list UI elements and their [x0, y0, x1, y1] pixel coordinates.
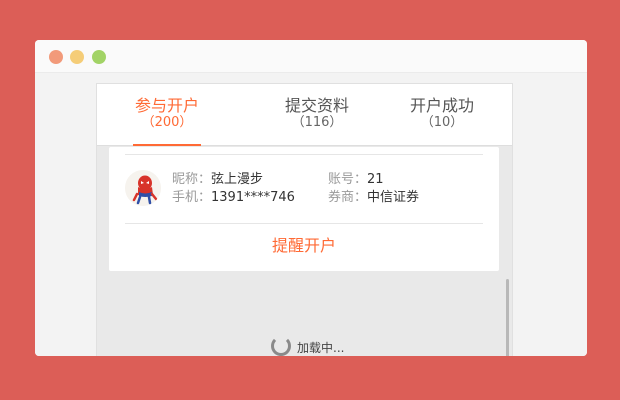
broker-value: 中信证券	[367, 190, 420, 205]
tab-bar: 参与开户 （200） 提交资料 （116） 开户成功 （10）	[97, 84, 512, 146]
divider	[125, 223, 483, 224]
phone-value: 1391****746	[211, 190, 295, 205]
avatar	[125, 170, 161, 206]
account-label: 账号：	[328, 172, 368, 187]
scrollbar[interactable]	[506, 279, 509, 356]
loading-text: 加载中...	[297, 341, 345, 355]
tab-label: 参与开户	[134, 96, 199, 115]
tab-submitted[interactable]: 提交资料 （116）	[267, 84, 367, 145]
account-field: 账号：21	[328, 172, 384, 188]
account-value: 21	[367, 172, 384, 187]
tab-label: 开户成功	[409, 96, 474, 115]
divider	[125, 154, 483, 155]
maximize-window-dot[interactable]	[92, 50, 106, 64]
tab-label: 提交资料	[284, 96, 349, 115]
phone-field: 手机：1391****746	[172, 190, 295, 206]
phone-label: 手机：	[172, 190, 212, 205]
tab-count: （116）	[291, 115, 343, 130]
close-window-dot[interactable]	[49, 50, 63, 64]
spinner-icon	[271, 336, 291, 356]
browser-window: 参与开户 （200） 提交资料 （116） 开户成功 （10） 昵称：弦上漫步 …	[35, 40, 587, 356]
remind-open-account-button[interactable]: 提醒开户	[109, 235, 499, 257]
nickname-field: 昵称：弦上漫步	[172, 172, 263, 188]
user-card: 昵称：弦上漫步 手机：1391****746 账号：21 券商：中信证券 提醒开…	[109, 147, 499, 271]
spiderman-avatar-icon	[125, 170, 161, 206]
nickname-value: 弦上漫步	[211, 172, 264, 187]
minimize-window-dot[interactable]	[70, 50, 84, 64]
tab-success[interactable]: 开户成功 （10）	[402, 84, 482, 145]
broker-label: 券商：	[328, 190, 368, 205]
nickname-label: 昵称：	[172, 172, 212, 187]
tab-count: （200）	[141, 115, 193, 130]
tab-participate[interactable]: 参与开户 （200）	[133, 84, 201, 146]
tab-count: （10）	[420, 115, 464, 130]
window-content: 参与开户 （200） 提交资料 （116） 开户成功 （10） 昵称：弦上漫步 …	[35, 73, 587, 356]
broker-field: 券商：中信证券	[328, 190, 419, 206]
mobile-view: 参与开户 （200） 提交资料 （116） 开户成功 （10） 昵称：弦上漫步 …	[96, 83, 513, 356]
window-titlebar	[35, 40, 587, 73]
